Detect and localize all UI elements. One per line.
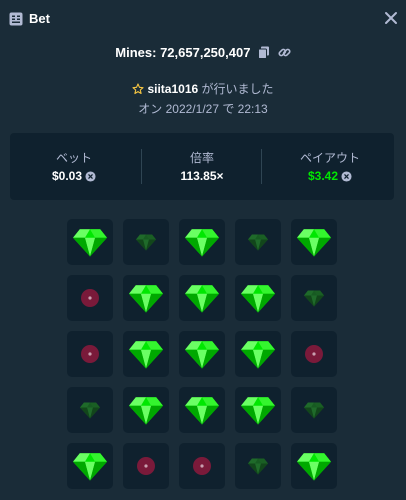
gem-icon: [129, 285, 163, 313]
gem-icon: [185, 341, 219, 369]
bet-amount-stat: ベット $0.03: [10, 133, 138, 200]
tile-gem-unrevealed[interactable]: [291, 387, 337, 433]
gem-icon: [129, 397, 163, 425]
tile-mine-unrevealed[interactable]: [67, 275, 113, 321]
payout-value-row: $3.42: [266, 169, 394, 183]
bet-modal: Bet Mines: 72,657,250,407 siita1016 が行いま…: [0, 0, 406, 500]
tile-mine-unrevealed[interactable]: [123, 443, 169, 489]
tile-gem[interactable]: [291, 443, 337, 489]
mine-icon: [81, 345, 99, 363]
multiplier-stat: 倍率 113.85×: [138, 133, 266, 200]
gem-icon: [241, 285, 275, 313]
tile-gem[interactable]: [67, 219, 113, 265]
tile-gem[interactable]: [123, 387, 169, 433]
coin-icon: [341, 171, 352, 182]
bet-label: ベット: [55, 151, 92, 165]
gem-icon: [73, 453, 107, 481]
bet-stats-panel: ベット $0.03 倍率 113.85× ペイアウト $3.42: [10, 133, 394, 200]
payout-label: ペイアウト: [299, 151, 360, 165]
game-id-line: Mines: 72,657,250,407: [0, 44, 406, 60]
tile-gem[interactable]: [67, 443, 113, 489]
tile-gem[interactable]: [123, 275, 169, 321]
tile-mine-unrevealed[interactable]: [67, 331, 113, 377]
gem-icon: [241, 341, 275, 369]
gem-icon: [297, 453, 331, 481]
gem-icon: [80, 402, 100, 419]
gem-icon: [185, 229, 219, 257]
tile-gem[interactable]: [235, 387, 281, 433]
copy-icon[interactable]: [258, 46, 270, 60]
multiplier-label: 倍率: [189, 151, 214, 165]
link-icon[interactable]: [278, 46, 291, 59]
star-icon: [132, 83, 145, 95]
tile-gem-unrevealed[interactable]: [235, 219, 281, 265]
coin-icon: [85, 171, 96, 182]
placed-by-text: が行いました: [198, 82, 274, 96]
gem-icon: [185, 397, 219, 425]
gem-icon: [136, 234, 156, 251]
tile-mine-unrevealed[interactable]: [179, 443, 225, 489]
payout-value: $3.42: [307, 169, 339, 183]
tile-gem[interactable]: [123, 331, 169, 377]
gem-icon: [304, 290, 324, 307]
tile-gem[interactable]: [179, 331, 225, 377]
tile-gem-unrevealed[interactable]: [67, 387, 113, 433]
payout-stat: ペイアウト $3.42: [266, 133, 394, 200]
tile-gem-unrevealed[interactable]: [235, 443, 281, 489]
gem-icon: [304, 402, 324, 419]
modal-title: Bet: [29, 11, 50, 26]
receipt-icon: [9, 12, 23, 26]
bet-value-row: $0.03: [10, 169, 138, 183]
mine-icon: [137, 457, 155, 475]
tile-gem[interactable]: [235, 331, 281, 377]
gem-icon: [185, 285, 219, 313]
tile-mine-unrevealed[interactable]: [291, 331, 337, 377]
stats-divider: [261, 149, 262, 184]
multiplier-value: 113.85×: [180, 169, 224, 183]
tile-gem[interactable]: [179, 219, 225, 265]
gem-icon: [129, 341, 163, 369]
tile-gem[interactable]: [235, 275, 281, 321]
gem-icon: [248, 458, 268, 475]
mine-icon: [305, 345, 323, 363]
gem-icon: [248, 234, 268, 251]
gem-icon: [241, 397, 275, 425]
game-id: Mines: 72,657,250,407: [115, 45, 251, 61]
tile-gem[interactable]: [179, 275, 225, 321]
gem-icon: [73, 229, 107, 257]
tile-gem-unrevealed[interactable]: [291, 275, 337, 321]
mine-icon: [81, 289, 99, 307]
bet-value: $0.03: [51, 169, 83, 183]
mine-icon: [193, 457, 211, 475]
bet-date: オン 2022/1/27 で 22:13: [138, 102, 268, 116]
tile-gem-unrevealed[interactable]: [123, 219, 169, 265]
placed-by-line: siita1016 が行いました: [0, 80, 406, 97]
username-link[interactable]: siita1016: [147, 82, 198, 96]
close-icon[interactable]: [384, 11, 398, 25]
gem-icon: [297, 229, 331, 257]
modal-header: Bet: [0, 0, 406, 38]
tile-gem[interactable]: [179, 387, 225, 433]
tile-gem[interactable]: [291, 219, 337, 265]
